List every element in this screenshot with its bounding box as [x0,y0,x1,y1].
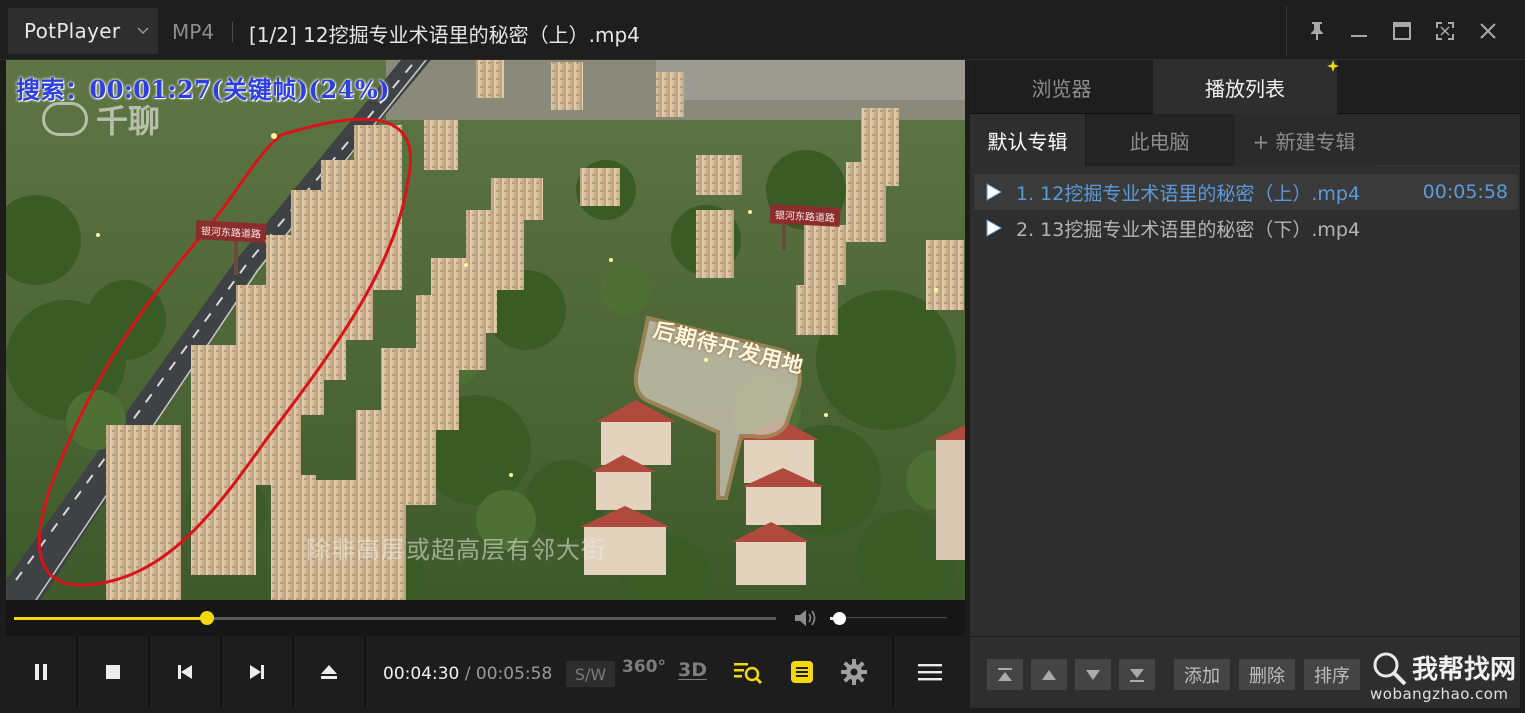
playlist-panel: 浏览器 播放列表 默认专辑 此电脑 + 新建专辑 1. 12挖掘专业术语里的秘密… [970,60,1520,708]
playlist-item[interactable]: 1. 12挖掘专业术语里的秘密（上）.mp4 00:05:58 [974,174,1518,210]
vr-360-button[interactable]: 360° [622,657,666,677]
time-separator: / [464,664,471,684]
move-up-button[interactable] [1031,659,1067,690]
time-display: 00:04:30 / 00:05:58 [383,664,552,684]
stop-button[interactable] [78,637,148,707]
minimize-icon [1351,35,1367,37]
minimize-button[interactable] [1342,14,1376,48]
gear-icon [841,659,867,685]
eject-icon [321,665,337,679]
volume-icon[interactable] [793,608,817,628]
maximize-icon [1393,22,1411,40]
main-menu-button[interactable] [894,637,965,707]
pause-icon [35,664,47,680]
skip-previous-icon [178,665,192,679]
seek-progress [14,617,207,620]
volume-thumb[interactable] [833,612,847,625]
seek-track[interactable] [14,617,776,620]
move-bottom-icon [1130,668,1144,682]
magnifier-icon [1373,652,1407,686]
chevron-down-icon [137,27,149,34]
play-indicator-icon [986,183,1003,201]
hamburger-menu-icon [917,664,942,681]
playlist-item-name: 2. 13挖掘专业术语里的秘密（下）.mp4 [1016,218,1361,241]
window-title: [1/2] 12挖掘专业术语里的秘密（上）.mp4 [249,23,640,47]
pause-button[interactable] [6,637,76,707]
pin-icon [1311,22,1323,40]
close-button[interactable] [1471,14,1505,48]
new-album-button[interactable]: + 新建专辑 [1234,114,1374,166]
tab-default-album[interactable]: 默认专辑 [970,114,1086,166]
control-bar: 00:04:30 / 00:05:58 S/W 360° 3D [6,637,965,707]
move-to-bottom-button[interactable] [1119,659,1155,690]
current-time: 00:04:30 [383,664,460,684]
volume-track[interactable] [830,617,947,620]
arrow-down-icon [1086,669,1100,680]
title-divider [232,22,233,42]
control-divider [364,637,366,707]
move-down-button[interactable] [1075,659,1111,690]
move-to-top-button[interactable] [987,659,1023,690]
playlist-item-name: 1. 12挖掘专业术语里的秘密（上）.mp4 [1016,182,1361,205]
corner-star-icon [1327,60,1339,72]
app-name: PotPlayer [24,19,121,43]
total-duration: 00:05:58 [475,664,553,684]
arrow-up-icon [1042,669,1056,680]
playlist-footer: 添加 删除 排序 我帮找网 wobangzhao.com [970,636,1520,708]
next-button[interactable] [222,637,292,707]
site-watermark: 我帮找网 wobangzhao.com [1368,649,1518,709]
open-file-button[interactable] [294,637,364,707]
watermark-logo-icon [42,102,88,136]
sw-button[interactable]: S/W [566,661,615,687]
play-indicator-icon [986,219,1003,237]
move-top-icon [998,667,1012,681]
pin-button[interactable] [1300,14,1334,48]
close-icon [1480,23,1496,39]
tab-this-pc[interactable]: 此电脑 [1086,114,1234,166]
chapter-search-button[interactable] [726,637,770,707]
seek-osd: 搜索：00:01:27(关键帧)(24%) [16,75,391,104]
seek-bar-row [6,600,965,636]
playlist-item-duration: 00:05:58 [1422,181,1508,203]
seek-thumb[interactable] [199,611,214,625]
previous-button[interactable] [150,637,220,707]
settings-button[interactable] [832,637,876,707]
playlist-item[interactable]: 2. 13挖掘专业术语里的秘密（下）.mp4 [974,210,1518,246]
playlist-toggle-button[interactable] [784,637,820,707]
video-area[interactable]: 银河东路道路 银河东路道路 千聊 后期待开发用地 除非高层或超高层有邻大街 搜索… [6,60,965,600]
panel-tabs: 浏览器 播放列表 [970,60,1520,114]
app-menu-button[interactable]: PotPlayer [8,8,158,54]
format-label: MP4 [172,20,215,44]
sort-button[interactable]: 排序 [1304,659,1360,690]
album-tabs: 默认专辑 此电脑 + 新建专辑 [970,114,1520,166]
playlist-icon [791,661,813,683]
fullscreen-button[interactable] [1428,14,1462,48]
site-name-cn: 我帮找网 [1412,655,1517,685]
list-search-icon [734,663,763,685]
billboard-left: 银河东路道路 [195,220,267,243]
maximize-button[interactable] [1385,14,1419,48]
3d-button[interactable]: 3D [678,659,707,681]
stop-icon [106,665,120,679]
site-name-en: wobangzhao.com [1370,685,1509,703]
add-button[interactable]: 添加 [1174,659,1230,690]
fullscreen-icon [1436,22,1454,40]
title-bar: PotPlayer MP4 [1/2] 12挖掘专业术语里的秘密（上）.mp4 [0,0,1525,60]
skip-next-icon [250,665,264,679]
subtitle: 除非高层或超高层有邻大街 [306,536,606,564]
delete-button[interactable]: 删除 [1239,659,1295,690]
window-controls-divider [1286,6,1287,56]
billboard-right: 银河东路道路 [769,204,841,227]
tab-browser[interactable]: 浏览器 [970,60,1153,114]
tab-playlist[interactable]: 播放列表 [1153,60,1337,114]
